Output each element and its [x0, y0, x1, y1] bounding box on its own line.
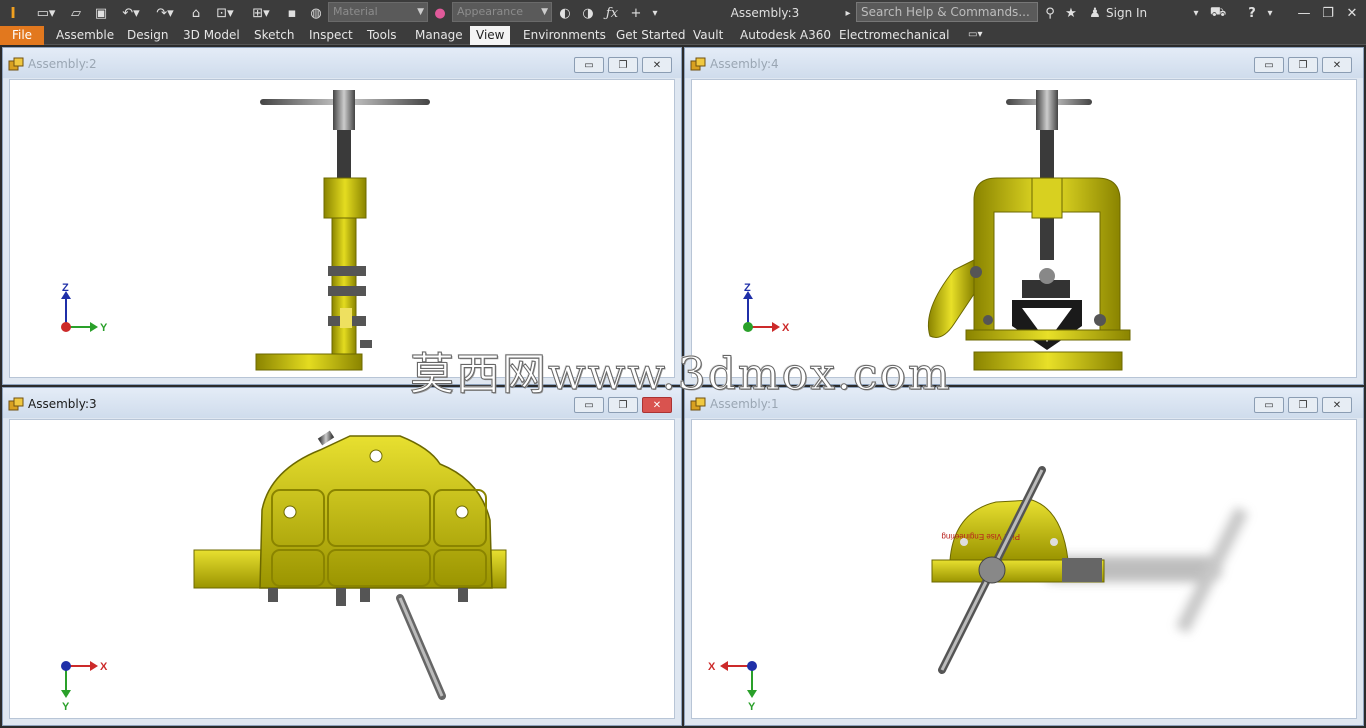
axis-label-vertical: Y — [748, 701, 756, 712]
axis-label-horizontal: X — [708, 661, 716, 673]
material-select[interactable]: Material ▼ — [328, 2, 428, 22]
viewport-assembly-1[interactable]: Assembly:1 ▭ ❐ ✕ Pipe Vise Engineering X… — [684, 387, 1364, 726]
update-icon[interactable]: ⊡▾ — [210, 3, 240, 23]
appearance-select[interactable]: Appearance ▼ — [452, 2, 552, 22]
view-triad: X Y — [61, 661, 108, 712]
ribbon-tabs: File Assemble Design 3D Model Sketch Ins… — [0, 26, 1366, 45]
minimize-button[interactable]: ▭ — [1254, 397, 1284, 413]
assembly-icon — [690, 57, 706, 71]
search-expand-icon[interactable]: ▸ — [842, 3, 854, 23]
viewport-assembly-2[interactable]: Assembly:2 ▭ ❐ ✕ Z Y — [2, 47, 682, 385]
home-icon[interactable]: ⌂ — [186, 3, 206, 23]
view-triad: Z Y — [61, 283, 108, 334]
pane-title: Assembly:3 — [28, 397, 97, 411]
view-triad: X Y — [708, 661, 757, 712]
select-icon[interactable]: ⊞▾ — [246, 3, 276, 23]
save-icon[interactable]: ▣ — [92, 3, 110, 23]
favorites-star-icon[interactable]: ★ — [1062, 3, 1080, 23]
tab-vault[interactable]: Vault — [687, 26, 729, 45]
title-bar: I ▭▾ ▱ ▣ ↶▾ ↷▾ ⌂ ⊡▾ ⊞▾ ▪ ◍ Material ▼ ● A… — [0, 0, 1366, 26]
close-icon[interactable]: ✕ — [1342, 3, 1362, 23]
tab-tools[interactable]: Tools — [361, 26, 403, 45]
help-dropdown-icon[interactable]: ▾ — [1264, 3, 1276, 23]
tab-view[interactable]: View — [470, 26, 510, 45]
vise-iso-view: Pipe Vise Engineering — [931, 466, 1249, 674]
tab-inspect[interactable]: Inspect — [303, 26, 359, 45]
adjust-appearance-icon[interactable]: ◐ — [555, 3, 575, 23]
minimize-button[interactable]: ▭ — [574, 57, 604, 73]
restore-button[interactable]: ❐ — [608, 57, 638, 73]
tab-design[interactable]: Design — [121, 26, 174, 45]
axis-label-vertical: Y — [62, 701, 70, 712]
sign-in-dropdown-icon[interactable]: ▾ — [1190, 3, 1202, 23]
viewport-assembly-4[interactable]: Assembly:4 ▭ ❐ ✕ Z X — [684, 47, 1364, 385]
model-canvas[interactable]: Z Y — [9, 79, 675, 378]
view-triad: Z X — [743, 283, 790, 334]
new-file-icon[interactable]: ▭▾ — [32, 3, 60, 23]
tab-environments[interactable]: Environments — [517, 26, 612, 45]
assembly-icon — [8, 57, 24, 71]
axis-label-horizontal: Y — [100, 322, 108, 334]
tab-sketch[interactable]: Sketch — [248, 26, 300, 45]
measure-icon[interactable]: ▪ — [282, 3, 302, 23]
model-canvas[interactable]: Z X — [691, 79, 1357, 378]
window-title: Assembly:3 — [730, 6, 800, 20]
axis-label-horizontal: X — [782, 322, 790, 334]
axis-label-vertical: Z — [744, 283, 751, 294]
cart-icon[interactable]: ⛟ — [1208, 3, 1228, 23]
search-tool-icon[interactable]: ⚲ — [1040, 3, 1060, 23]
close-button[interactable]: ✕ — [1322, 57, 1352, 73]
watermark-text: 莫西网www.3dmox.com — [410, 349, 952, 401]
tab-manage[interactable]: Manage — [409, 26, 469, 45]
restore-button[interactable]: ❐ — [1288, 57, 1318, 73]
model-canvas[interactable]: X Y — [9, 419, 675, 719]
open-folder-icon[interactable]: ▱ — [66, 3, 86, 23]
tab-autodesk-a360[interactable]: Autodesk A360 — [734, 26, 837, 45]
restore-icon[interactable]: ❐ — [1318, 3, 1338, 23]
sign-in-link[interactable]: Sign In — [1106, 3, 1154, 23]
globe-icon[interactable]: ◍ — [306, 3, 326, 23]
tab-assemble[interactable]: Assemble — [50, 26, 120, 45]
pane-title-bar[interactable]: Assembly:4 ▭ ❐ ✕ — [685, 48, 1363, 78]
undo-icon[interactable]: ↶▾ — [116, 3, 146, 23]
user-icon[interactable]: ♟ — [1086, 3, 1104, 23]
minimize-button[interactable]: ▭ — [1254, 57, 1284, 73]
tab-get-started[interactable]: Get Started — [610, 26, 692, 45]
pane-title: Assembly:2 — [28, 57, 97, 71]
clear-appearance-icon[interactable]: ◑ — [578, 3, 598, 23]
axis-label-horizontal: X — [100, 661, 108, 673]
axis-label-vertical: Z — [62, 283, 69, 294]
add-icon[interactable]: + — [626, 3, 646, 23]
minimize-icon[interactable]: — — [1294, 3, 1314, 23]
close-button[interactable]: ✕ — [1322, 397, 1352, 413]
parameters-fx-icon[interactable]: ƒx — [602, 3, 622, 23]
help-icon[interactable]: ? — [1242, 3, 1262, 23]
restore-button[interactable]: ❐ — [1288, 397, 1318, 413]
close-button[interactable]: ✕ — [642, 57, 672, 73]
tab-electromechanical[interactable]: Electromechanical — [833, 26, 955, 45]
customize-toolbar-icon[interactable]: ▾ — [648, 3, 662, 23]
redo-icon[interactable]: ↷▾ — [150, 3, 180, 23]
inventor-logo-icon[interactable]: I — [4, 3, 22, 23]
viewport-assembly-3[interactable]: Assembly:3 ▭ ❐ ✕ X Y — [2, 387, 682, 726]
pane-title: Assembly:4 — [710, 57, 779, 71]
search-input[interactable]: Search Help & Commands... — [856, 2, 1038, 22]
tab-3d-model[interactable]: 3D Model — [177, 26, 246, 45]
pane-title-bar[interactable]: Assembly:2 ▭ ❐ ✕ — [3, 48, 681, 78]
ribbon-options-icon[interactable]: ▭▾ — [962, 26, 988, 45]
model-canvas[interactable]: Pipe Vise Engineering X Y — [691, 419, 1357, 719]
color-wheel-icon: ● — [434, 5, 446, 21]
tab-file[interactable]: File — [0, 26, 44, 45]
assembly-icon — [8, 397, 24, 411]
